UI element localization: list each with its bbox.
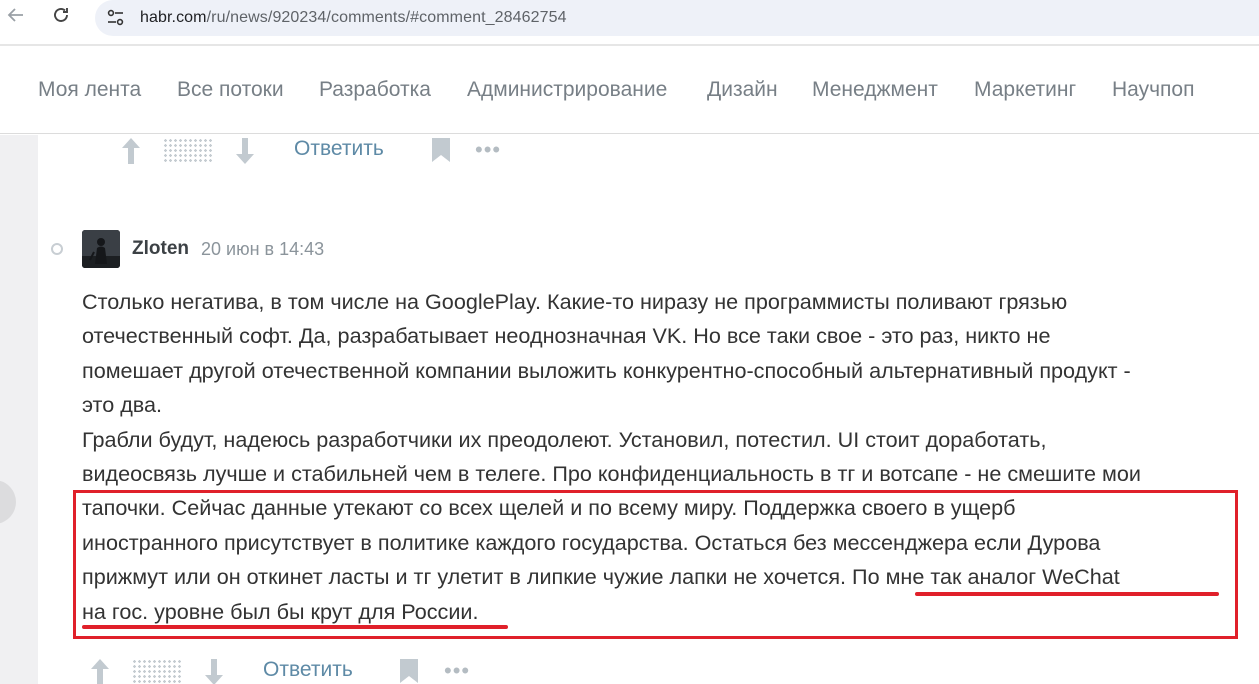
menu-item-management[interactable]: Менеджмент xyxy=(812,78,938,102)
highlight-underline xyxy=(915,592,1219,596)
menu-item-administration[interactable]: Администрирование xyxy=(467,78,667,102)
upvote-arrow-icon[interactable] xyxy=(120,136,142,166)
avatar[interactable] xyxy=(82,230,120,268)
reply-button[interactable]: Ответить xyxy=(263,658,353,682)
browser-toolbar: habr.com/ru/news/920234/comments/#commen… xyxy=(0,0,1259,38)
comment-line: помешает другой отечественной компании в… xyxy=(82,357,1131,383)
comment-line: отечественный софт. Да, разрабатывает не… xyxy=(82,323,1051,349)
menu-item-my-feed[interactable]: Моя лента xyxy=(38,78,141,102)
bookmark-icon[interactable] xyxy=(431,137,451,163)
downvote-arrow-icon[interactable] xyxy=(203,657,225,684)
menu-item-development[interactable]: Разработка xyxy=(319,78,431,102)
bookmark-icon[interactable] xyxy=(399,658,419,684)
back-arrow-icon[interactable] xyxy=(3,5,29,31)
downvote-arrow-icon[interactable] xyxy=(234,136,256,166)
site-settings-icon[interactable] xyxy=(106,9,126,27)
menu-item-marketing[interactable]: Маркетинг xyxy=(974,78,1076,102)
menu-item-all-streams[interactable]: Все потоки xyxy=(177,78,284,102)
more-icon[interactable]: ••• xyxy=(444,660,470,682)
upvote-arrow-icon[interactable] xyxy=(89,657,111,684)
menu-item-popular-science[interactable]: Научпоп xyxy=(1112,78,1194,102)
url-text[interactable]: habr.com/ru/news/920234/comments/#commen… xyxy=(140,9,567,27)
comment-line: это два. xyxy=(82,392,163,418)
highlight-underline xyxy=(82,625,508,629)
thread-indicator[interactable] xyxy=(51,243,63,255)
comment-author[interactable]: Zloten xyxy=(132,238,189,260)
rating-score-hidden xyxy=(163,138,213,162)
page-left-gutter xyxy=(0,135,38,684)
comment-timestamp[interactable]: 20 июн в 14:43 xyxy=(201,239,324,260)
more-icon[interactable]: ••• xyxy=(475,139,501,161)
menu-item-design[interactable]: Дизайн xyxy=(707,78,778,102)
highlight-box xyxy=(73,490,1238,639)
url-path: /ru/news/920234/comments/#comment_284627… xyxy=(206,9,567,26)
reply-button[interactable]: Ответить xyxy=(294,137,384,161)
url-host: habr.com xyxy=(140,9,207,26)
comment-line: видеосвязь лучше и стабильней чем в теле… xyxy=(82,461,1141,487)
top-navigation: Моя лента Все потоки Разработка Админист… xyxy=(0,46,1259,134)
comment-line: Столько негатива, в том числе на GoogleP… xyxy=(82,289,1068,314)
rating-score-hidden xyxy=(132,659,182,683)
comment-line: Грабли будут, надеюсь разработчики их пр… xyxy=(82,426,1047,452)
reload-icon[interactable] xyxy=(48,5,74,31)
